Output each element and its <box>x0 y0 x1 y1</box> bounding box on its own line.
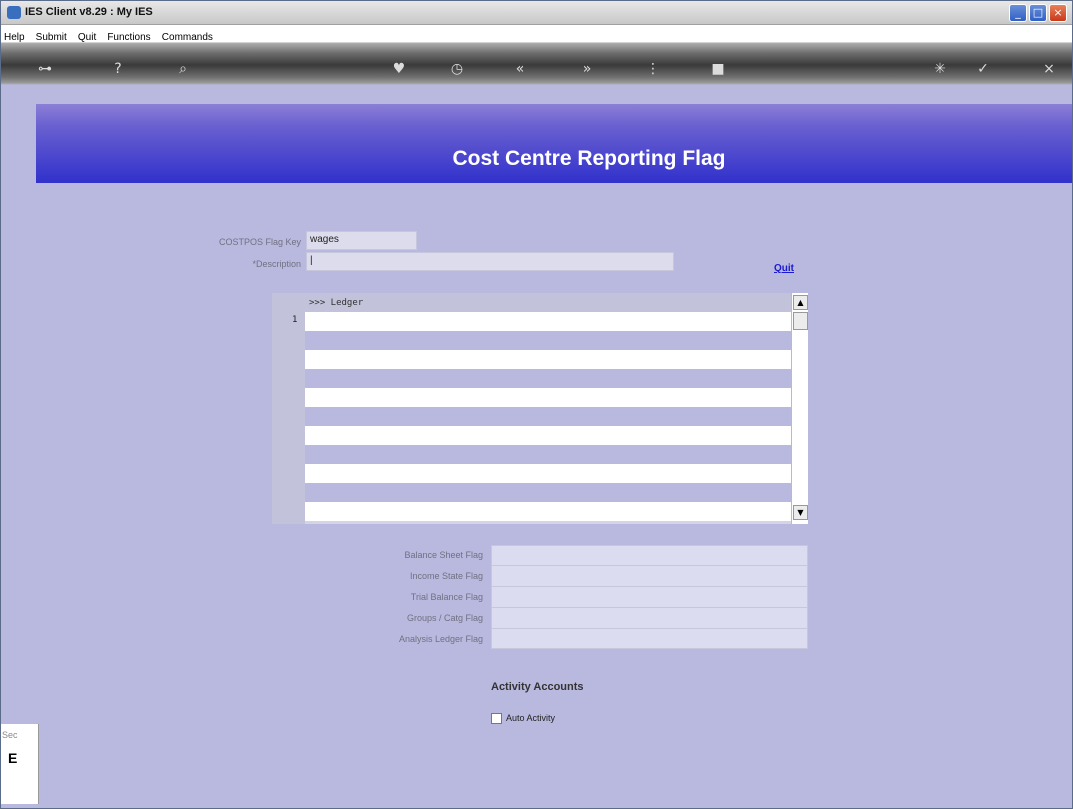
row-number: 1 <box>292 315 298 325</box>
header-banner: Cost Centre Reporting Flag <box>36 104 1072 183</box>
table-row[interactable] <box>305 388 791 407</box>
window-title: IES Client v8.29 : My IES <box>25 6 153 18</box>
balance-sheet-flag-field[interactable] <box>492 546 807 566</box>
trial-balance-flag-field[interactable] <box>492 588 807 608</box>
title-bar: IES Client v8.29 : My IES _ □ × <box>1 1 1072 25</box>
app-icon <box>7 6 21 19</box>
groups-catg-flag-label: Groups / Catg Flag <box>406 613 483 623</box>
side-panel-glyph[interactable]: E <box>8 750 17 766</box>
scroll-down-icon[interactable]: ▼ <box>793 505 808 520</box>
auto-activity-checkbox[interactable] <box>491 713 502 724</box>
menu-bar: Help Submit Quit Functions Commands <box>1 25 1072 43</box>
table-row[interactable] <box>305 464 791 483</box>
scroll-thumb[interactable] <box>793 312 808 330</box>
grid-rows <box>305 312 791 521</box>
app-window: IES Client v8.29 : My IES _ □ × Help Sub… <box>0 0 1073 809</box>
quit-link[interactable]: Quit <box>774 263 794 274</box>
flags-panel <box>491 545 808 649</box>
table-row[interactable] <box>305 369 791 388</box>
groups-catg-flag-field[interactable] <box>492 609 807 629</box>
clock-icon[interactable]: ◷ <box>447 59 467 79</box>
menu-functions[interactable]: Functions <box>104 29 153 43</box>
ok-icon[interactable]: ✓ <box>973 59 993 79</box>
menu-quit[interactable]: Quit <box>75 29 99 43</box>
description-label: *Description <box>252 259 301 269</box>
menu-commands[interactable]: Commands <box>159 29 216 43</box>
income-state-flag-label: Income State Flag <box>409 571 483 581</box>
table-row[interactable] <box>305 312 791 331</box>
rewind-icon[interactable]: « <box>510 59 530 79</box>
table-row[interactable] <box>305 502 791 521</box>
heart-icon[interactable]: ♥ <box>389 59 409 79</box>
flag-key-field[interactable]: wages <box>306 231 417 250</box>
activity-accounts-heading: Activity Accounts <box>491 681 584 693</box>
auto-activity-label[interactable]: Auto Activity <box>506 713 555 723</box>
ledger-grid: 1 >>> Ledger ▲ ▼ <box>272 293 808 524</box>
grid-scrollbar[interactable]: ▲ ▼ <box>791 293 808 524</box>
income-state-flag-field[interactable] <box>492 567 807 587</box>
table-row[interactable] <box>305 331 791 350</box>
menu-help[interactable]: Help <box>1 29 28 43</box>
description-field[interactable]: | <box>306 252 674 271</box>
balance-sheet-flag-label: Balance Sheet Flag <box>404 550 483 560</box>
settings-icon[interactable]: ✳ <box>930 59 950 79</box>
split-icon[interactable]: ⋮ <box>643 59 663 79</box>
table-row[interactable] <box>305 426 791 445</box>
close-button[interactable]: × <box>1049 4 1067 22</box>
page-title: Cost Centre Reporting Flag <box>452 147 726 170</box>
grid-row-gutter: 1 <box>272 293 305 524</box>
minimize-button[interactable]: _ <box>1009 4 1027 22</box>
side-panel-label: Sec <box>2 730 18 740</box>
grid-header-ledger[interactable]: >>> Ledger <box>305 293 791 312</box>
maximize-button[interactable]: □ <box>1029 4 1047 22</box>
table-row[interactable] <box>305 350 791 369</box>
table-row[interactable] <box>305 407 791 426</box>
scroll-up-icon[interactable]: ▲ <box>793 295 808 310</box>
search-icon[interactable]: ⌕ <box>173 59 193 79</box>
toolbar: ⊶ ? ⌕ ♥ ◷ « » ⋮ ■ ✳ ✓ × <box>1 43 1072 105</box>
flag-key-label: COSTPOS Flag Key <box>218 237 301 247</box>
menu-submit[interactable]: Submit <box>33 29 70 43</box>
analysis-ledger-flag-field[interactable] <box>492 630 807 650</box>
help-icon[interactable]: ? <box>108 59 128 79</box>
cancel-icon[interactable]: × <box>1039 59 1059 79</box>
table-row[interactable] <box>305 445 791 464</box>
trial-balance-flag-label: Trial Balance Flag <box>410 592 483 602</box>
table-row[interactable] <box>305 483 791 502</box>
key-icon[interactable]: ⊶ <box>35 59 55 79</box>
forward-icon[interactable]: » <box>577 59 597 79</box>
side-panel: Sec E <box>1 724 39 804</box>
stop-icon[interactable]: ■ <box>708 59 728 79</box>
analysis-ledger-flag-label: Analysis Ledger Flag <box>398 634 483 644</box>
